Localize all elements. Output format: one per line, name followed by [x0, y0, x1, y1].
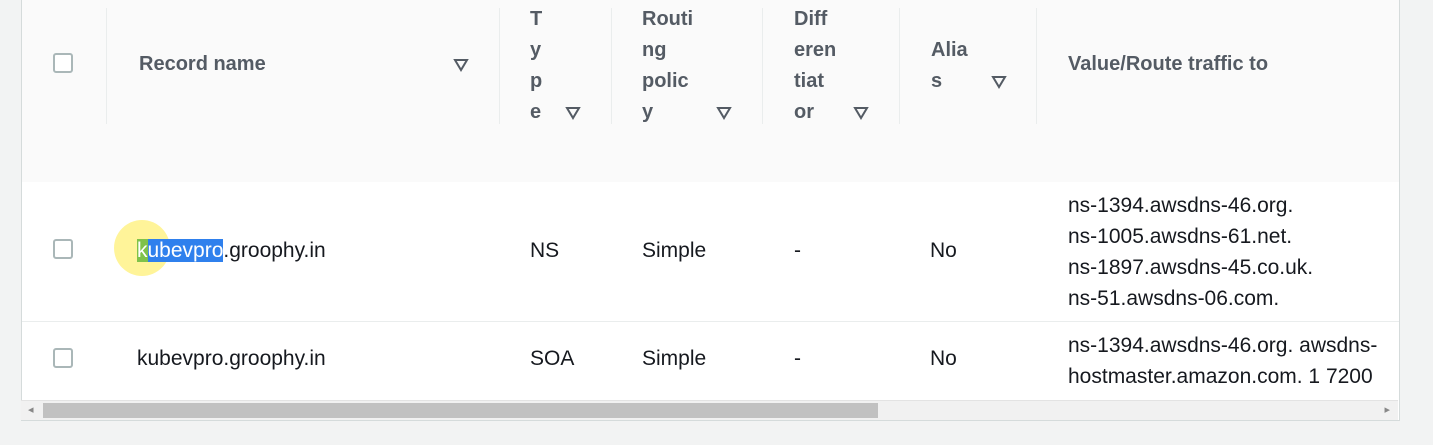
- column-divider: [499, 8, 500, 124]
- differentiator-cell: -: [794, 239, 801, 262]
- type-cell: SOA: [530, 347, 575, 370]
- record-name-cell[interactable]: kubevpro.groophy.in: [137, 347, 326, 371]
- column-divider: [611, 8, 612, 124]
- records-table: Record name T y p e Routi ng polic y Dif…: [21, 0, 1400, 421]
- scrollbar-thumb[interactable]: [43, 403, 878, 418]
- header-routing-policy[interactable]: Routi ng polic y: [642, 4, 693, 128]
- scroll-right-icon[interactable]: ▸: [1384, 403, 1390, 416]
- row-checkbox[interactable]: [53, 239, 73, 259]
- sort-record-name-icon[interactable]: [453, 58, 469, 72]
- sort-routing-policy-icon[interactable]: [716, 106, 732, 120]
- column-divider: [106, 8, 107, 124]
- table-header: Record name T y p e Routi ng polic y Dif…: [22, 0, 1399, 183]
- alias-cell: No: [930, 347, 957, 370]
- differentiator-cell: -: [794, 347, 801, 370]
- horizontal-scrollbar[interactable]: ◂ ▸: [21, 400, 1398, 420]
- row-checkbox[interactable]: [53, 348, 73, 368]
- sort-type-icon[interactable]: [565, 106, 581, 120]
- column-divider: [899, 8, 900, 124]
- sort-differentiator-icon[interactable]: [853, 106, 869, 120]
- header-differentiator[interactable]: Diff eren tiat or: [794, 4, 836, 128]
- header-record-name[interactable]: Record name: [139, 49, 266, 80]
- scroll-left-icon[interactable]: ◂: [28, 403, 34, 416]
- select-all-checkbox[interactable]: [53, 53, 73, 73]
- header-alias[interactable]: Alia s: [931, 35, 968, 97]
- value-cell: ns-1394.awsdns-46.org. ns-1005.awsdns-61…: [1068, 194, 1314, 310]
- header-type[interactable]: T y p e: [530, 4, 542, 128]
- routing-policy-cell: Simple: [642, 347, 707, 370]
- value-cell: ns-1394.awsdns-46.org. awsdns- hostmaste…: [1068, 334, 1378, 388]
- alias-cell: No: [930, 239, 957, 262]
- column-divider: [762, 8, 763, 124]
- sort-alias-icon[interactable]: [991, 75, 1007, 89]
- column-divider: [1036, 8, 1037, 124]
- table-row[interactable]: kubevpro.groophy.in NS Simple - No ns-13…: [22, 182, 1399, 322]
- header-value[interactable]: Value/Route traffic to: [1068, 49, 1268, 80]
- record-name-cell[interactable]: kubevpro.groophy.in: [137, 239, 326, 263]
- type-cell: NS: [530, 239, 560, 262]
- routing-policy-cell: Simple: [642, 239, 707, 262]
- table-row[interactable]: kubevpro.groophy.in SOA Simple - No ns-1…: [22, 322, 1399, 400]
